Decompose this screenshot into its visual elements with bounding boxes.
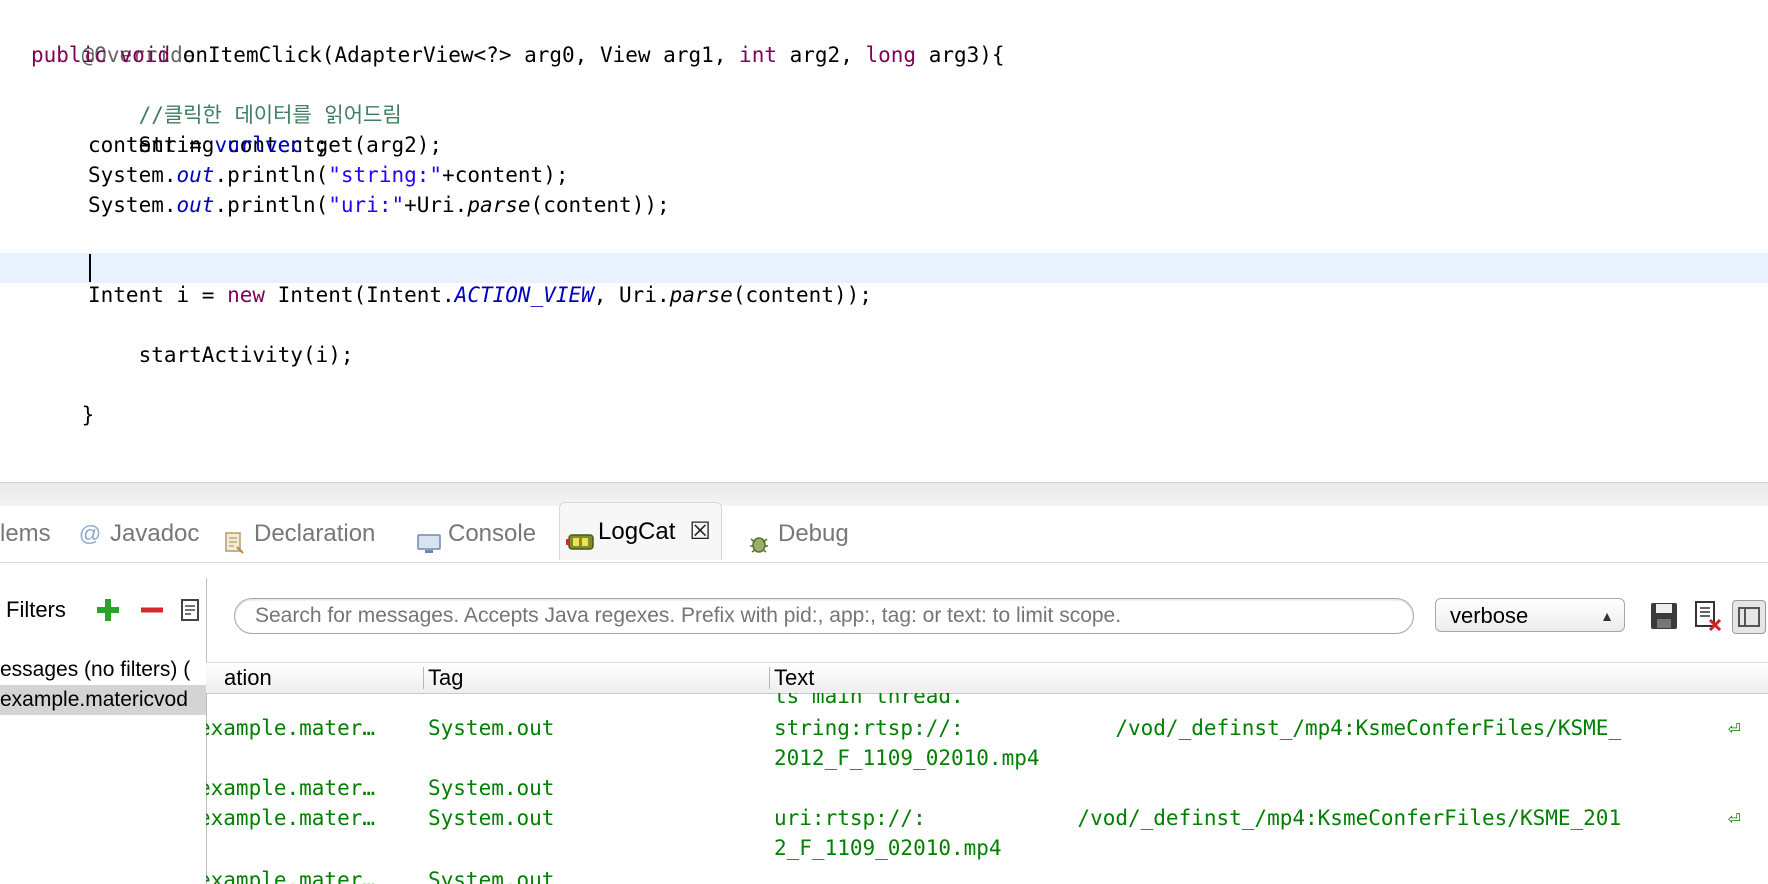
string-literal: "uri:"	[328, 193, 405, 217]
log-level-select[interactable]: verbose ▲	[1435, 598, 1625, 632]
code-text: startActivity(i);	[138, 343, 354, 367]
remove-filter-button[interactable]	[138, 596, 166, 624]
declaration-icon	[222, 522, 246, 554]
panel-splitter[interactable]	[0, 482, 1768, 507]
keyword: new	[227, 283, 266, 307]
keyword: long	[865, 43, 917, 67]
log-text: ts main thread.	[774, 693, 964, 708]
current-line-highlight	[0, 253, 1768, 283]
wrap-icon: ⏎	[1728, 716, 1741, 740]
log-column-headers: ation Tag Text	[206, 662, 1768, 694]
tab-label: LogCat	[598, 517, 676, 545]
console-icon	[416, 522, 441, 553]
log-text-continued: 2_F_1109_02010.mp4	[774, 836, 1002, 860]
log-tag: System.out	[428, 716, 555, 740]
code-text: , Uri.	[593, 283, 670, 307]
code-text: onItemClick(AdapterView<?> arg0, View ar…	[170, 43, 740, 67]
edit-filter-button[interactable]	[180, 596, 208, 624]
tab-console[interactable]: Console	[416, 506, 536, 562]
code-text: +Uri.	[404, 193, 468, 217]
tab-declaration[interactable]: Declaration	[222, 506, 375, 562]
column-tag[interactable]: Tag	[428, 663, 463, 693]
code-text: content =	[88, 133, 215, 157]
column-text[interactable]: Text	[774, 663, 814, 693]
code-text: arg3){	[916, 43, 1005, 67]
field-ref: vurlvec	[214, 133, 303, 157]
tab-logcat[interactable]: LogCat ☒	[559, 502, 722, 560]
tab-label: lems	[0, 520, 51, 547]
tab-label: Debug	[778, 520, 849, 547]
filter-item-all-messages[interactable]: essages (no filters) (	[0, 655, 206, 685]
code-text: arg2,	[776, 43, 866, 67]
keyword: public	[31, 43, 107, 67]
code-line: //클릭한 데이터를 읽어드림	[88, 70, 402, 127]
logcat-search-input[interactable]	[234, 598, 1414, 634]
log-message-list[interactable]: ts main thread. example.mater… System.ou…	[206, 693, 1768, 884]
log-tag: System.out	[428, 868, 555, 884]
close-icon[interactable]: ☒	[689, 504, 711, 560]
code-text: .println(	[214, 163, 329, 187]
log-app: example.mater…	[206, 716, 376, 740]
filters-title: Filters	[6, 597, 66, 622]
wrap-icon: ⏎	[1728, 806, 1741, 830]
keyword: void	[119, 43, 171, 67]
field-ref: out	[176, 163, 215, 187]
code-line: public void onItemClick(AdapterView<?> a…	[31, 40, 1005, 70]
code-text: System.	[88, 163, 177, 187]
logcat-filters-panel: Filters essages (no filters) ( example.m…	[0, 578, 207, 884]
code-text: System.	[88, 193, 177, 217]
clear-log-button[interactable]	[1692, 600, 1724, 632]
select-arrows-icon: ▲	[1600, 608, 1614, 624]
text-caret	[89, 254, 91, 282]
code-text: (content));	[530, 193, 670, 217]
code-line: }	[31, 370, 95, 427]
code-text: }	[81, 403, 95, 427]
code-text: +content);	[442, 163, 569, 187]
code-line: String content;	[88, 100, 329, 157]
code-text: Intent(Intent.	[265, 283, 455, 307]
field-ref: out	[176, 193, 215, 217]
logcat-icon	[566, 520, 594, 550]
log-text: uri:rtsp://: /vod/_definst_/mp4:KsmeConf…	[774, 806, 1622, 830]
code-editor[interactable]: @Override public void onItemClick(Adapte…	[0, 0, 1768, 482]
code-text: (content));	[732, 283, 872, 307]
column-application[interactable]: ation	[224, 663, 272, 693]
keyword: int	[739, 43, 777, 67]
tab-label: Declaration	[254, 520, 376, 547]
log-app: example.mater…	[206, 806, 376, 830]
log-app: example.mater…	[206, 776, 376, 800]
method-ref: parse	[467, 193, 531, 217]
string-literal: "string:"	[328, 163, 443, 187]
code-text: Intent i =	[88, 283, 228, 307]
log-tag: System.out	[428, 776, 555, 800]
toggle-panel-button[interactable]	[1732, 600, 1766, 634]
code-line: @Override	[31, 10, 196, 67]
code-text: .get(arg2);	[302, 133, 443, 157]
code-line: System.out.println("string:"+content);	[88, 160, 568, 190]
at-sign-icon: @	[78, 521, 102, 546]
code-line: Intent i = new Intent(Intent.ACTION_VIEW…	[88, 280, 872, 310]
code-text: .println(	[214, 193, 329, 217]
code-line: content = vurlvec.get(arg2);	[88, 130, 442, 160]
code-line: startActivity(i);	[88, 310, 354, 367]
save-log-button[interactable]	[1648, 600, 1680, 632]
field-ref: ACTION_VIEW	[454, 283, 594, 307]
tab-label: Javadoc	[110, 520, 200, 547]
bug-icon	[746, 522, 770, 553]
filter-item-app[interactable]: example.matericvod	[0, 685, 206, 715]
add-filter-button[interactable]	[94, 596, 122, 624]
tab-problems[interactable]: lems	[0, 506, 51, 562]
tab-debug[interactable]: Debug	[746, 506, 849, 562]
log-text-continued: 2012_F_1109_02010.mp4	[774, 746, 1040, 770]
log-level-value: verbose	[1450, 603, 1529, 628]
method-ref: parse	[669, 283, 733, 307]
log-text: string:rtsp://: /vod/_definst_/mp4:KsmeC…	[774, 716, 1622, 740]
code-line: System.out.println("uri:"+Uri.parse(cont…	[88, 190, 670, 220]
tab-javadoc[interactable]: @ Javadoc	[78, 506, 200, 562]
log-app: example.mater…	[206, 868, 376, 884]
view-tab-bar: lems @ Javadoc Declaration Console LogCa…	[0, 502, 1768, 563]
log-tag: System.out	[428, 806, 555, 830]
tab-label: Console	[448, 520, 537, 547]
